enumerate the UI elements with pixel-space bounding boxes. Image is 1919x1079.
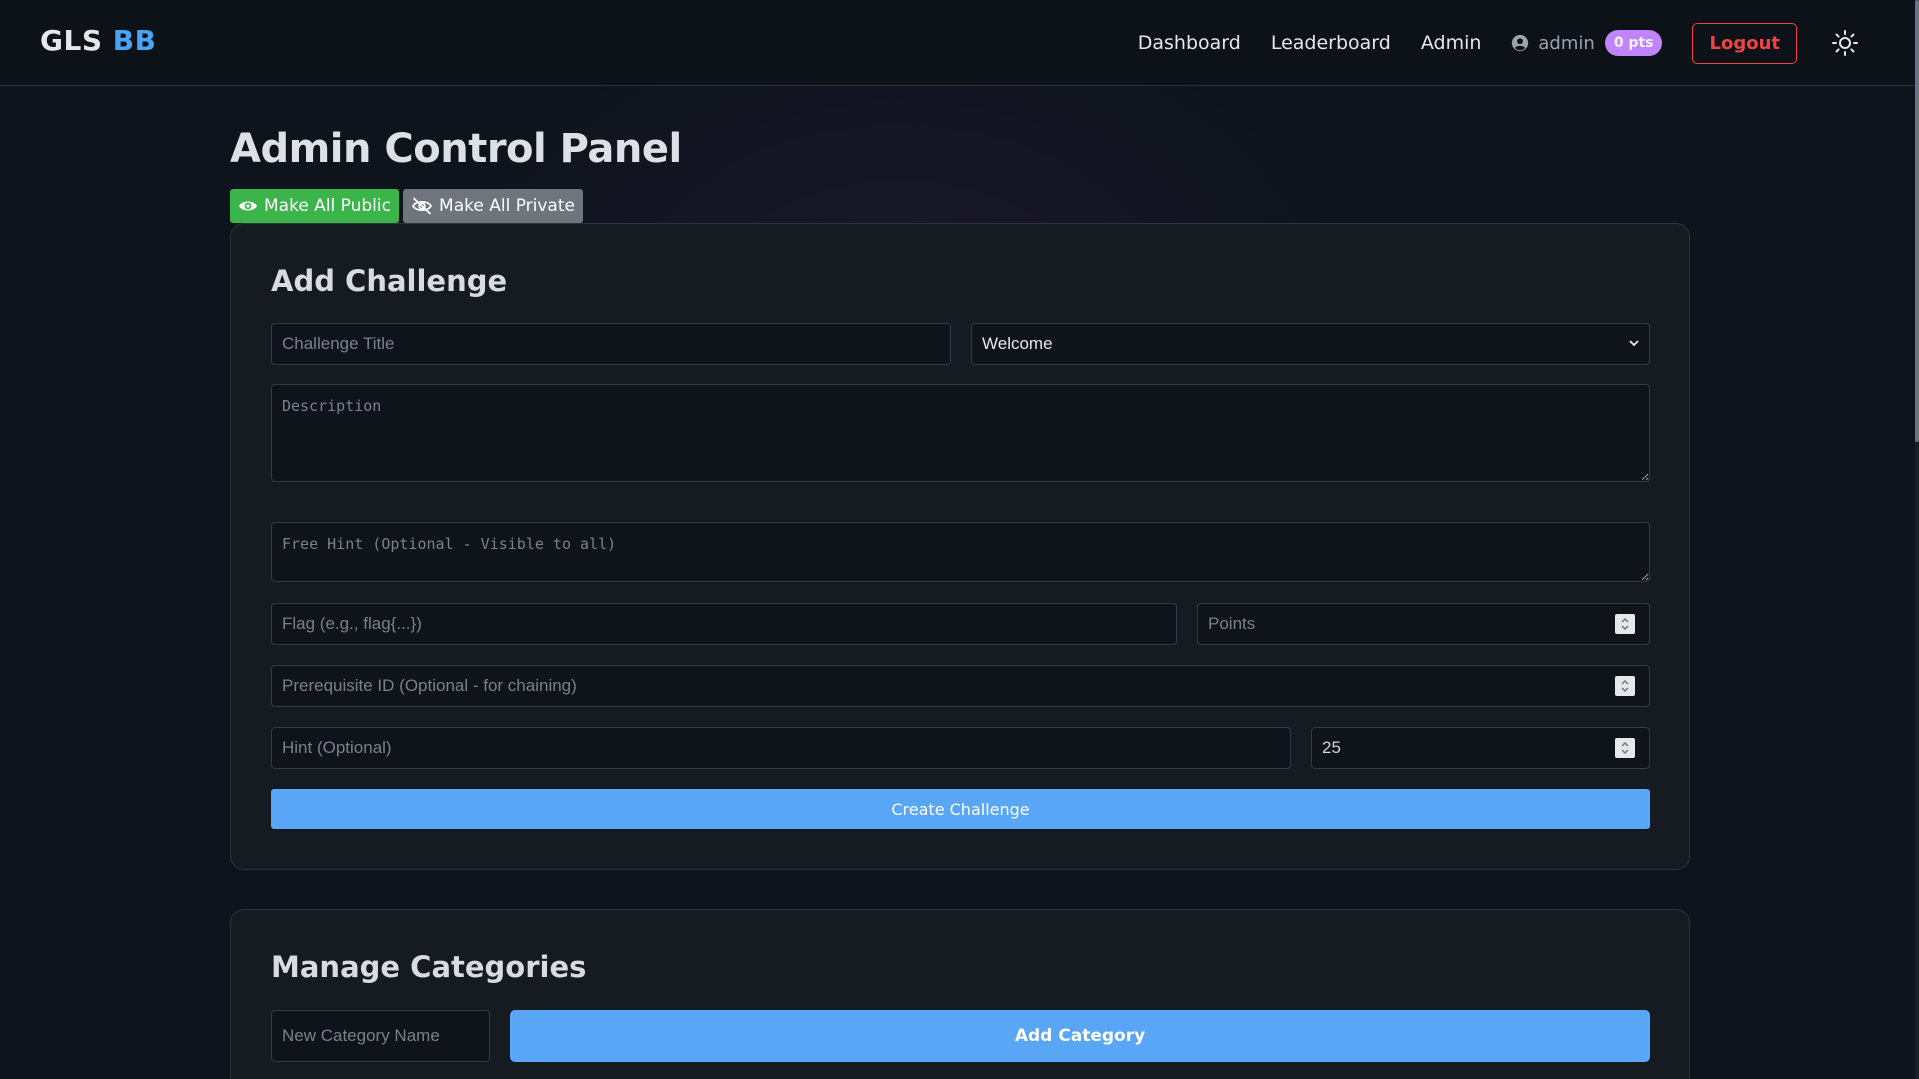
description-textarea[interactable] xyxy=(271,384,1650,482)
flag-input[interactable] xyxy=(271,603,1177,645)
new-category-input[interactable] xyxy=(271,1010,490,1062)
user-circle-icon xyxy=(1512,34,1529,52)
nav-links: Dashboard Leaderboard Admin admin 0 pts … xyxy=(1138,0,1919,86)
prerequisite-id-input[interactable] xyxy=(271,665,1650,707)
sun-icon[interactable] xyxy=(1831,29,1859,57)
create-challenge-button[interactable]: Create Challenge xyxy=(271,789,1650,829)
free-hint-textarea[interactable] xyxy=(271,522,1650,582)
eye-slash-icon xyxy=(412,197,433,215)
logout-button[interactable]: Logout xyxy=(1692,22,1797,64)
navbar: GLS BB Dashboard Leaderboard Admin admin… xyxy=(0,0,1919,86)
page-scrollbar[interactable] xyxy=(1915,0,1919,1079)
scrollbar-thumb[interactable] xyxy=(1915,0,1919,442)
category-select-value: Welcome xyxy=(971,323,1650,365)
user-info: admin 0 pts xyxy=(1511,30,1663,56)
points-stepper[interactable] xyxy=(1615,614,1635,634)
add-challenge-title: Add Challenge xyxy=(271,264,508,298)
chevron-down-icon xyxy=(1629,340,1639,347)
eye-icon xyxy=(239,201,257,211)
nav-dashboard-link[interactable]: Dashboard xyxy=(1138,32,1241,54)
add-category-button[interactable]: Add Category xyxy=(510,1010,1650,1062)
make-all-public-label: Make All Public xyxy=(264,196,391,216)
nav-leaderboard-link[interactable]: Leaderboard xyxy=(1271,32,1391,54)
challenge-title-input[interactable] xyxy=(271,323,951,365)
make-all-private-button[interactable]: Make All Private xyxy=(403,189,583,223)
nav-admin-link[interactable]: Admin xyxy=(1421,32,1482,54)
prerequisite-stepper[interactable] xyxy=(1615,676,1635,696)
brand-text-primary: GLS xyxy=(40,24,103,57)
hint-cost-input[interactable] xyxy=(1311,727,1650,769)
make-all-public-button[interactable]: Make All Public xyxy=(230,189,399,223)
manage-categories-title: Manage Categories xyxy=(271,950,587,984)
stepper-arrows-icon xyxy=(1621,618,1629,630)
make-all-private-label: Make All Private xyxy=(439,196,575,216)
category-select[interactable]: Welcome xyxy=(971,323,1650,365)
points-badge: 0 pts xyxy=(1604,30,1663,56)
brand-logo[interactable]: GLS BB xyxy=(40,24,156,57)
points-input[interactable] xyxy=(1197,603,1650,645)
page-title: Admin Control Panel xyxy=(230,126,682,172)
username: admin xyxy=(1538,32,1595,54)
hint-input[interactable] xyxy=(271,727,1291,769)
hint-cost-stepper[interactable] xyxy=(1615,738,1635,758)
brand-text-accent: BB xyxy=(112,24,157,57)
stepper-arrows-icon xyxy=(1621,742,1629,754)
manage-categories-card: Manage Categories Add Category xyxy=(230,909,1690,1079)
stepper-arrows-icon xyxy=(1621,680,1629,692)
add-challenge-card: Add Challenge Welcome Create Challenge xyxy=(230,223,1690,870)
